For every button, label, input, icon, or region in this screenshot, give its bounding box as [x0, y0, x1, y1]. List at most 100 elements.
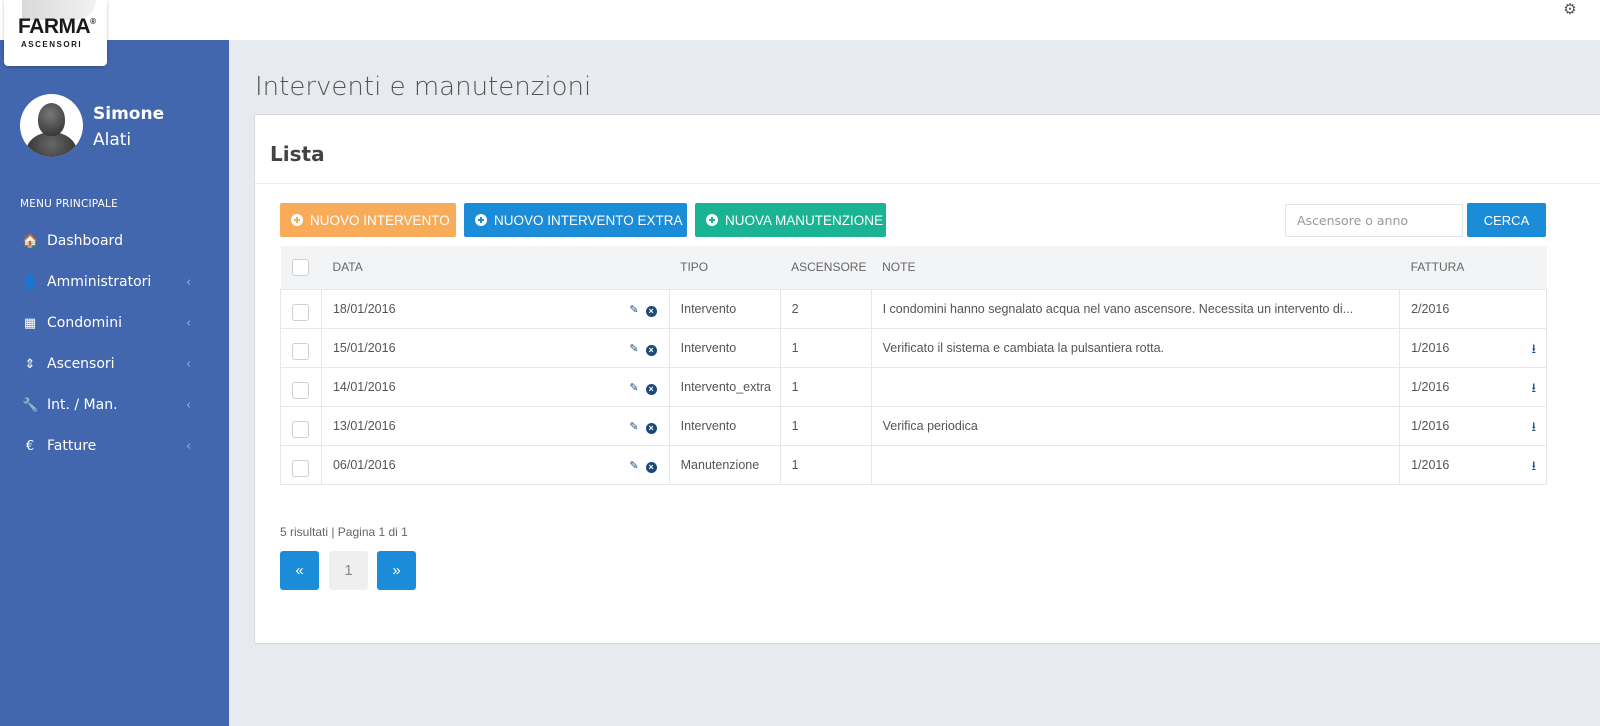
ascensore-cell: 1 — [779, 327, 872, 368]
ascensore-cell: 2 — [779, 288, 872, 329]
fattura-cell: 2/2016 — [1399, 288, 1547, 329]
note-cell — [870, 366, 1401, 407]
sidebar: Simone Alati MENU PRINCIPALE 🏠 Dashboard 👤… — [0, 40, 229, 726]
tipo-cell: Intervento_extra — [668, 366, 781, 407]
edit-pencil-icon[interactable]: ✎ — [629, 459, 638, 472]
select-all-checkbox[interactable] — [292, 258, 310, 276]
date-value: 14/01/2016 — [332, 379, 396, 394]
row-select-cell — [280, 288, 322, 329]
note-cell: Verificato il sistema e cambiata la puls… — [870, 327, 1401, 368]
edit-pencil-icon[interactable]: ✎ — [629, 342, 638, 355]
table-row[interactable]: 18/01/2016 ✎ × Intervento 2 I condomini hanno… — [280, 288, 1547, 329]
sidebar-item-label: Condomini — [47, 315, 122, 331]
table-row[interactable]: 15/01/2016 ✎ × Intervento 1 Verificato il sis… — [280, 327, 1547, 368]
fattura-value: 1/2016 — [1411, 457, 1450, 472]
note-cell — [870, 444, 1401, 485]
row-select-cell — [280, 444, 322, 485]
column-header-fattura[interactable]: FATTURA — [1399, 246, 1547, 289]
ascensore-cell: 1 — [779, 405, 872, 446]
row-checkbox[interactable] — [292, 382, 310, 399]
edit-pencil-icon[interactable]: ✎ — [629, 303, 638, 316]
table-row[interactable]: 06/01/2016 ✎ × Manutenzione 1 1/2016 ⭳ — [280, 444, 1547, 485]
sidebar-item-label: Ascensori — [47, 356, 115, 372]
plus-circle-icon — [475, 213, 487, 226]
user-first-name: Simone — [93, 104, 165, 124]
logo-brand: FARMA® — [18, 15, 96, 38]
date-cell: 15/01/2016 ✎ × — [320, 327, 670, 368]
sidebar-item-int-man[interactable]: 🔧 Int. / Man. ‹ — [0, 385, 229, 426]
column-header-data[interactable]: DATA — [321, 246, 670, 289]
search-button[interactable]: CERCA — [1467, 203, 1546, 237]
new-intervento-extra-button[interactable]: NUOVO INTERVENTO EXTRA — [464, 203, 687, 237]
sidebar-item-fatture[interactable]: € Fatture ‹ — [0, 426, 229, 467]
row-checkbox[interactable] — [292, 460, 310, 477]
fattura-value: 1/2016 — [1411, 340, 1450, 355]
new-manutenzione-button[interactable]: NUOVA MANUTENZIONE — [695, 203, 886, 237]
pagination-page-1[interactable]: 1 — [329, 551, 368, 590]
edit-pencil-icon[interactable]: ✎ — [629, 381, 638, 394]
download-icon[interactable]: ⭳ — [1531, 379, 1536, 401]
sidebar-item-dashboard[interactable]: 🏠 Dashboard — [0, 221, 229, 262]
search-input[interactable] — [1285, 204, 1463, 237]
note-cell: I condomini hanno segnalato acqua nel va… — [870, 288, 1401, 329]
farma-logo[interactable]: FARMA® ASCENSORI — [4, 0, 107, 66]
chevron-left-icon: ‹ — [186, 357, 192, 372]
delete-circle-icon[interactable]: × — [645, 344, 657, 356]
panel-divider — [255, 183, 1600, 184]
fattura-cell: 1/2016 ⭳ — [1399, 327, 1547, 368]
sidebar-item-label: Int. / Man. — [47, 397, 118, 413]
download-icon[interactable]: ⭳ — [1531, 418, 1536, 440]
column-header-ascensore[interactable]: ASCENSORE — [780, 246, 872, 289]
sort-icon: ⇕ — [24, 357, 36, 372]
menu-title: MENU PRINCIPALE — [20, 198, 118, 210]
new-intervento-button[interactable]: NUOVO INTERVENTO — [280, 203, 456, 237]
row-actions: ✎ × — [622, 458, 657, 473]
column-header-note[interactable]: NOTE — [871, 246, 1400, 289]
interventions-table: DATA TIPO ASCENSORE NOTE FATTURA 18/01/2… — [280, 246, 1547, 485]
pagination-next-button[interactable]: » — [377, 551, 416, 590]
list-panel: Lista NUOVO INTERVENTO NUOVO INTERVENTO … — [254, 114, 1600, 644]
date-cell: 18/01/2016 ✎ × — [320, 288, 670, 329]
note-cell: Verifica periodica — [870, 405, 1401, 446]
tipo-cell: Intervento — [668, 405, 781, 446]
delete-circle-icon[interactable]: × — [645, 422, 657, 434]
sidebar-item-amministratori[interactable]: 👤 Amministratori ‹ — [0, 262, 229, 303]
tipo-cell: Intervento — [668, 327, 781, 368]
table-row[interactable]: 14/01/2016 ✎ × Intervento_extra 1 1/2016 ⭳ — [280, 366, 1547, 407]
wrench-icon: 🔧 — [22, 398, 39, 413]
sidebar-item-condomini[interactable]: ▦ Condomini ‹ — [0, 303, 229, 344]
chevron-left-icon: ‹ — [186, 398, 192, 413]
table-row[interactable]: 13/01/2016 ✎ × Intervento 1 Verifica periodic… — [280, 405, 1547, 446]
column-header-tipo[interactable]: TIPO — [669, 246, 781, 289]
panel-title: Lista — [270, 142, 325, 166]
pagination-prev-button[interactable]: « — [280, 551, 319, 590]
tipo-cell: Manutenzione — [668, 444, 781, 485]
select-all-cell — [280, 246, 322, 289]
download-icon[interactable]: ⭳ — [1531, 457, 1536, 479]
fattura-cell: 1/2016 ⭳ — [1399, 366, 1547, 407]
logo-subtitle: ASCENSORI — [21, 40, 83, 49]
edit-pencil-icon[interactable]: ✎ — [629, 420, 638, 433]
date-cell: 06/01/2016 ✎ × — [320, 444, 670, 485]
plus-circle-icon — [291, 213, 303, 226]
avatar[interactable] — [20, 94, 83, 157]
row-checkbox[interactable] — [292, 304, 310, 321]
sidebar-item-label: Fatture — [47, 438, 97, 454]
table-header-row: DATA TIPO ASCENSORE NOTE FATTURA — [280, 246, 1547, 289]
date-value: 06/01/2016 — [332, 457, 396, 472]
table-body: 18/01/2016 ✎ × Intervento 2 I condomini hanno… — [280, 288, 1547, 485]
delete-circle-icon[interactable]: × — [645, 383, 657, 395]
row-checkbox[interactable] — [292, 343, 310, 360]
download-icon[interactable]: ⭳ — [1531, 340, 1536, 362]
sidebar-item-ascensori[interactable]: ⇕ Ascensori ‹ — [0, 344, 229, 385]
chevron-left-icon: ‹ — [186, 439, 192, 454]
row-select-cell — [280, 405, 322, 446]
date-value: 18/01/2016 — [332, 301, 396, 316]
euro-icon: € — [25, 439, 35, 454]
row-checkbox[interactable] — [292, 421, 310, 438]
delete-circle-icon[interactable]: × — [645, 305, 657, 317]
row-select-cell — [280, 366, 322, 407]
delete-circle-icon[interactable]: × — [645, 461, 657, 473]
gear-icon[interactable]: ⚙ — [1562, 2, 1578, 18]
row-actions: ✎ × — [622, 302, 657, 317]
